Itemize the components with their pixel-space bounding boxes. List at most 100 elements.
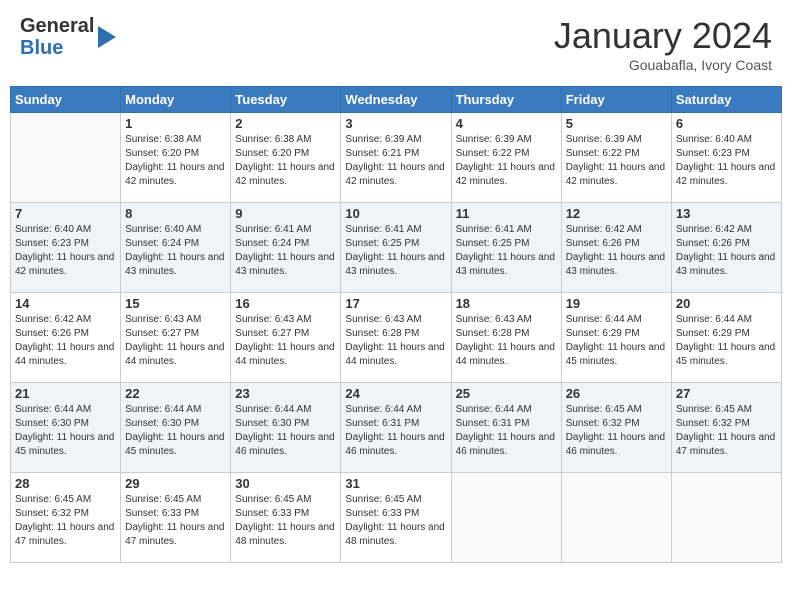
day-info: Sunrise: 6:39 AMSunset: 6:22 PMDaylight:…	[566, 133, 667, 189]
day-info: Sunrise: 6:45 AMSunset: 6:32 PMDaylight:…	[15, 493, 116, 549]
table-row	[11, 113, 121, 203]
day-info: Sunrise: 6:43 AMSunset: 6:28 PMDaylight:…	[345, 313, 446, 369]
table-row: 25Sunrise: 6:44 AMSunset: 6:31 PMDayligh…	[451, 383, 561, 473]
day-number: 18	[456, 296, 557, 311]
day-info: Sunrise: 6:39 AMSunset: 6:22 PMDaylight:…	[456, 133, 557, 189]
day-number: 31	[345, 476, 446, 491]
day-number: 29	[125, 476, 226, 491]
day-info: Sunrise: 6:40 AMSunset: 6:23 PMDaylight:…	[676, 133, 777, 189]
table-row: 13 Sunrise: 6:42 AMSunset: 6:26 PMDayligh…	[671, 203, 781, 293]
table-row: 3 Sunrise: 6:39 AMSunset: 6:21 PMDaylight…	[341, 113, 451, 203]
day-number: 21	[15, 386, 116, 401]
table-row: 16 Sunrise: 6:43 AMSunset: 6:27 PMDayligh…	[231, 293, 341, 383]
page-header: General Blue January 2024 Gouabafla, Ivo…	[10, 10, 782, 78]
day-info: Sunrise: 6:40 AMSunset: 6:24 PMDaylight:…	[125, 223, 226, 279]
day-number: 7	[15, 206, 116, 221]
month-title: January 2024	[554, 15, 772, 57]
table-row: 5 Sunrise: 6:39 AMSunset: 6:22 PMDaylight…	[561, 113, 671, 203]
table-row: 15 Sunrise: 6:43 AMSunset: 6:27 PMDayligh…	[121, 293, 231, 383]
day-info: Sunrise: 6:43 AMSunset: 6:27 PMDaylight:…	[125, 313, 226, 369]
day-info: Sunrise: 6:45 AMSunset: 6:33 PMDaylight:…	[125, 493, 226, 549]
day-number: 25	[456, 386, 557, 401]
calendar-header-monday: Monday	[121, 87, 231, 113]
table-row: 22 Sunrise: 6:44 AMSunset: 6:30 PMDayligh…	[121, 383, 231, 473]
day-number: 20	[676, 296, 777, 311]
calendar-header-row: SundayMondayTuesdayWednesdayThursdayFrid…	[11, 87, 782, 113]
day-info: Sunrise: 6:45 AMSunset: 6:33 PMDaylight:…	[235, 493, 336, 549]
table-row: 31 Sunrise: 6:45 AMSunset: 6:33 PMDayligh…	[341, 473, 451, 563]
day-info: Sunrise: 6:41 AMSunset: 6:25 PMDaylight:…	[456, 223, 557, 279]
day-info: Sunrise: 6:41 AMSunset: 6:24 PMDaylight:…	[235, 223, 336, 279]
logo-arrow-icon	[98, 26, 116, 48]
table-row: 26Sunrise: 6:45 AMSunset: 6:32 PMDayligh…	[561, 383, 671, 473]
table-row: 20 Sunrise: 6:44 AMSunset: 6:29 PMDayligh…	[671, 293, 781, 383]
day-number: 9	[235, 206, 336, 221]
day-number: 8	[125, 206, 226, 221]
day-number: 26	[566, 386, 667, 401]
day-number: 3	[345, 116, 446, 131]
day-number: 13	[676, 206, 777, 221]
day-number: 23	[235, 386, 336, 401]
calendar-header-thursday: Thursday	[451, 87, 561, 113]
day-info: Sunrise: 6:43 AMSunset: 6:27 PMDaylight:…	[235, 313, 336, 369]
day-info: Sunrise: 6:39 AMSunset: 6:21 PMDaylight:…	[345, 133, 446, 189]
day-info: Sunrise: 6:45 AMSunset: 6:33 PMDaylight:…	[345, 493, 446, 549]
table-row	[561, 473, 671, 563]
table-row: 29 Sunrise: 6:45 AMSunset: 6:33 PMDayligh…	[121, 473, 231, 563]
day-info: Sunrise: 6:40 AMSunset: 6:23 PMDaylight:…	[15, 223, 116, 279]
calendar-week-row: 1 Sunrise: 6:38 AMSunset: 6:20 PMDaylight…	[11, 113, 782, 203]
table-row: 4Sunrise: 6:39 AMSunset: 6:22 PMDaylight…	[451, 113, 561, 203]
day-number: 16	[235, 296, 336, 311]
day-info: Sunrise: 6:38 AMSunset: 6:20 PMDaylight:…	[235, 133, 336, 189]
calendar-week-row: 28Sunrise: 6:45 AMSunset: 6:32 PMDayligh…	[11, 473, 782, 563]
calendar-week-row: 21 Sunrise: 6:44 AMSunset: 6:30 PMDayligh…	[11, 383, 782, 473]
day-info: Sunrise: 6:45 AMSunset: 6:32 PMDaylight:…	[676, 403, 777, 459]
day-info: Sunrise: 6:41 AMSunset: 6:25 PMDaylight:…	[345, 223, 446, 279]
calendar-header-tuesday: Tuesday	[231, 87, 341, 113]
table-row: 27Sunrise: 6:45 AMSunset: 6:32 PMDayligh…	[671, 383, 781, 473]
day-info: Sunrise: 6:44 AMSunset: 6:30 PMDaylight:…	[15, 403, 116, 459]
calendar-table: SundayMondayTuesdayWednesdayThursdayFrid…	[10, 86, 782, 563]
table-row: 19Sunrise: 6:44 AMSunset: 6:29 PMDayligh…	[561, 293, 671, 383]
day-number: 22	[125, 386, 226, 401]
table-row: 1Sunrise: 6:38 AMSunset: 6:20 PMDaylight…	[121, 113, 231, 203]
table-row: 14 Sunrise: 6:42 AMSunset: 6:26 PMDayligh…	[11, 293, 121, 383]
day-number: 6	[676, 116, 777, 131]
day-number: 24	[345, 386, 446, 401]
table-row	[671, 473, 781, 563]
day-info: Sunrise: 6:44 AMSunset: 6:29 PMDaylight:…	[676, 313, 777, 369]
day-number: 5	[566, 116, 667, 131]
day-number: 17	[345, 296, 446, 311]
day-info: Sunrise: 6:42 AMSunset: 6:26 PMDaylight:…	[676, 223, 777, 279]
day-number: 2	[235, 116, 336, 131]
day-info: Sunrise: 6:44 AMSunset: 6:31 PMDaylight:…	[345, 403, 446, 459]
calendar-week-row: 7 Sunrise: 6:40 AMSunset: 6:23 PMDaylight…	[11, 203, 782, 293]
day-info: Sunrise: 6:44 AMSunset: 6:30 PMDaylight:…	[235, 403, 336, 459]
logo-text: General Blue	[20, 15, 116, 59]
day-info: Sunrise: 6:42 AMSunset: 6:26 PMDaylight:…	[15, 313, 116, 369]
day-number: 15	[125, 296, 226, 311]
title-area: January 2024 Gouabafla, Ivory Coast	[554, 15, 772, 73]
day-info: Sunrise: 6:44 AMSunset: 6:30 PMDaylight:…	[125, 403, 226, 459]
day-number: 14	[15, 296, 116, 311]
table-row: 24 Sunrise: 6:44 AMSunset: 6:31 PMDayligh…	[341, 383, 451, 473]
table-row: 23 Sunrise: 6:44 AMSunset: 6:30 PMDayligh…	[231, 383, 341, 473]
table-row: 11 Sunrise: 6:41 AMSunset: 6:25 PMDayligh…	[451, 203, 561, 293]
calendar-header-wednesday: Wednesday	[341, 87, 451, 113]
location-subtitle: Gouabafla, Ivory Coast	[554, 57, 772, 73]
table-row: 18Sunrise: 6:43 AMSunset: 6:28 PMDayligh…	[451, 293, 561, 383]
logo-general: General	[20, 15, 94, 37]
day-number: 12	[566, 206, 667, 221]
table-row	[451, 473, 561, 563]
day-number: 11	[456, 206, 557, 221]
calendar-header-saturday: Saturday	[671, 87, 781, 113]
day-info: Sunrise: 6:44 AMSunset: 6:29 PMDaylight:…	[566, 313, 667, 369]
logo-blue: Blue	[20, 37, 63, 59]
table-row: 7 Sunrise: 6:40 AMSunset: 6:23 PMDaylight…	[11, 203, 121, 293]
calendar-header-friday: Friday	[561, 87, 671, 113]
calendar-week-row: 14 Sunrise: 6:42 AMSunset: 6:26 PMDayligh…	[11, 293, 782, 383]
table-row: 30Sunrise: 6:45 AMSunset: 6:33 PMDayligh…	[231, 473, 341, 563]
table-row: 6 Sunrise: 6:40 AMSunset: 6:23 PMDaylight…	[671, 113, 781, 203]
logo: General Blue	[20, 15, 116, 59]
day-number: 1	[125, 116, 226, 131]
